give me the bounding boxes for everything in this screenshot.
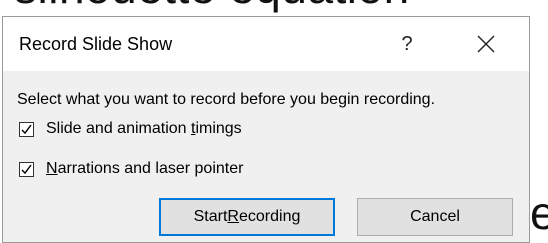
narrations-option[interactable]: Narrations and laser pointer — [19, 160, 243, 178]
dialog-title: Record Slide Show — [19, 34, 173, 54]
slide-timings-label: Slide and animation timings — [46, 120, 242, 137]
close-button[interactable] — [461, 27, 511, 61]
narrations-label: Narrations and laser pointer — [46, 160, 244, 177]
checkmark-icon — [21, 124, 32, 134]
help-button[interactable]: ? — [385, 27, 429, 61]
slide-timings-option[interactable]: Slide and animation timings — [19, 120, 242, 138]
start-recording-button[interactable]: Start Recording — [159, 198, 335, 236]
instruction-text: Select what you want to record before yo… — [17, 91, 436, 108]
cancel-button[interactable]: Cancel — [357, 198, 513, 236]
narrations-checkbox[interactable] — [19, 161, 34, 177]
record-slide-show-dialog: Record Slide Show ? Select what you want… — [2, 16, 530, 243]
slide-background-fragment: e — [530, 187, 548, 239]
slide-background-text: silhouette equation — [14, 0, 410, 14]
dialog-titlebar: Record Slide Show ? — [3, 17, 529, 71]
close-icon — [477, 35, 495, 53]
slide-timings-checkbox[interactable] — [19, 121, 34, 137]
checkmark-icon — [21, 164, 32, 174]
screen: silhouette equation e Record Slide Show … — [0, 0, 548, 243]
